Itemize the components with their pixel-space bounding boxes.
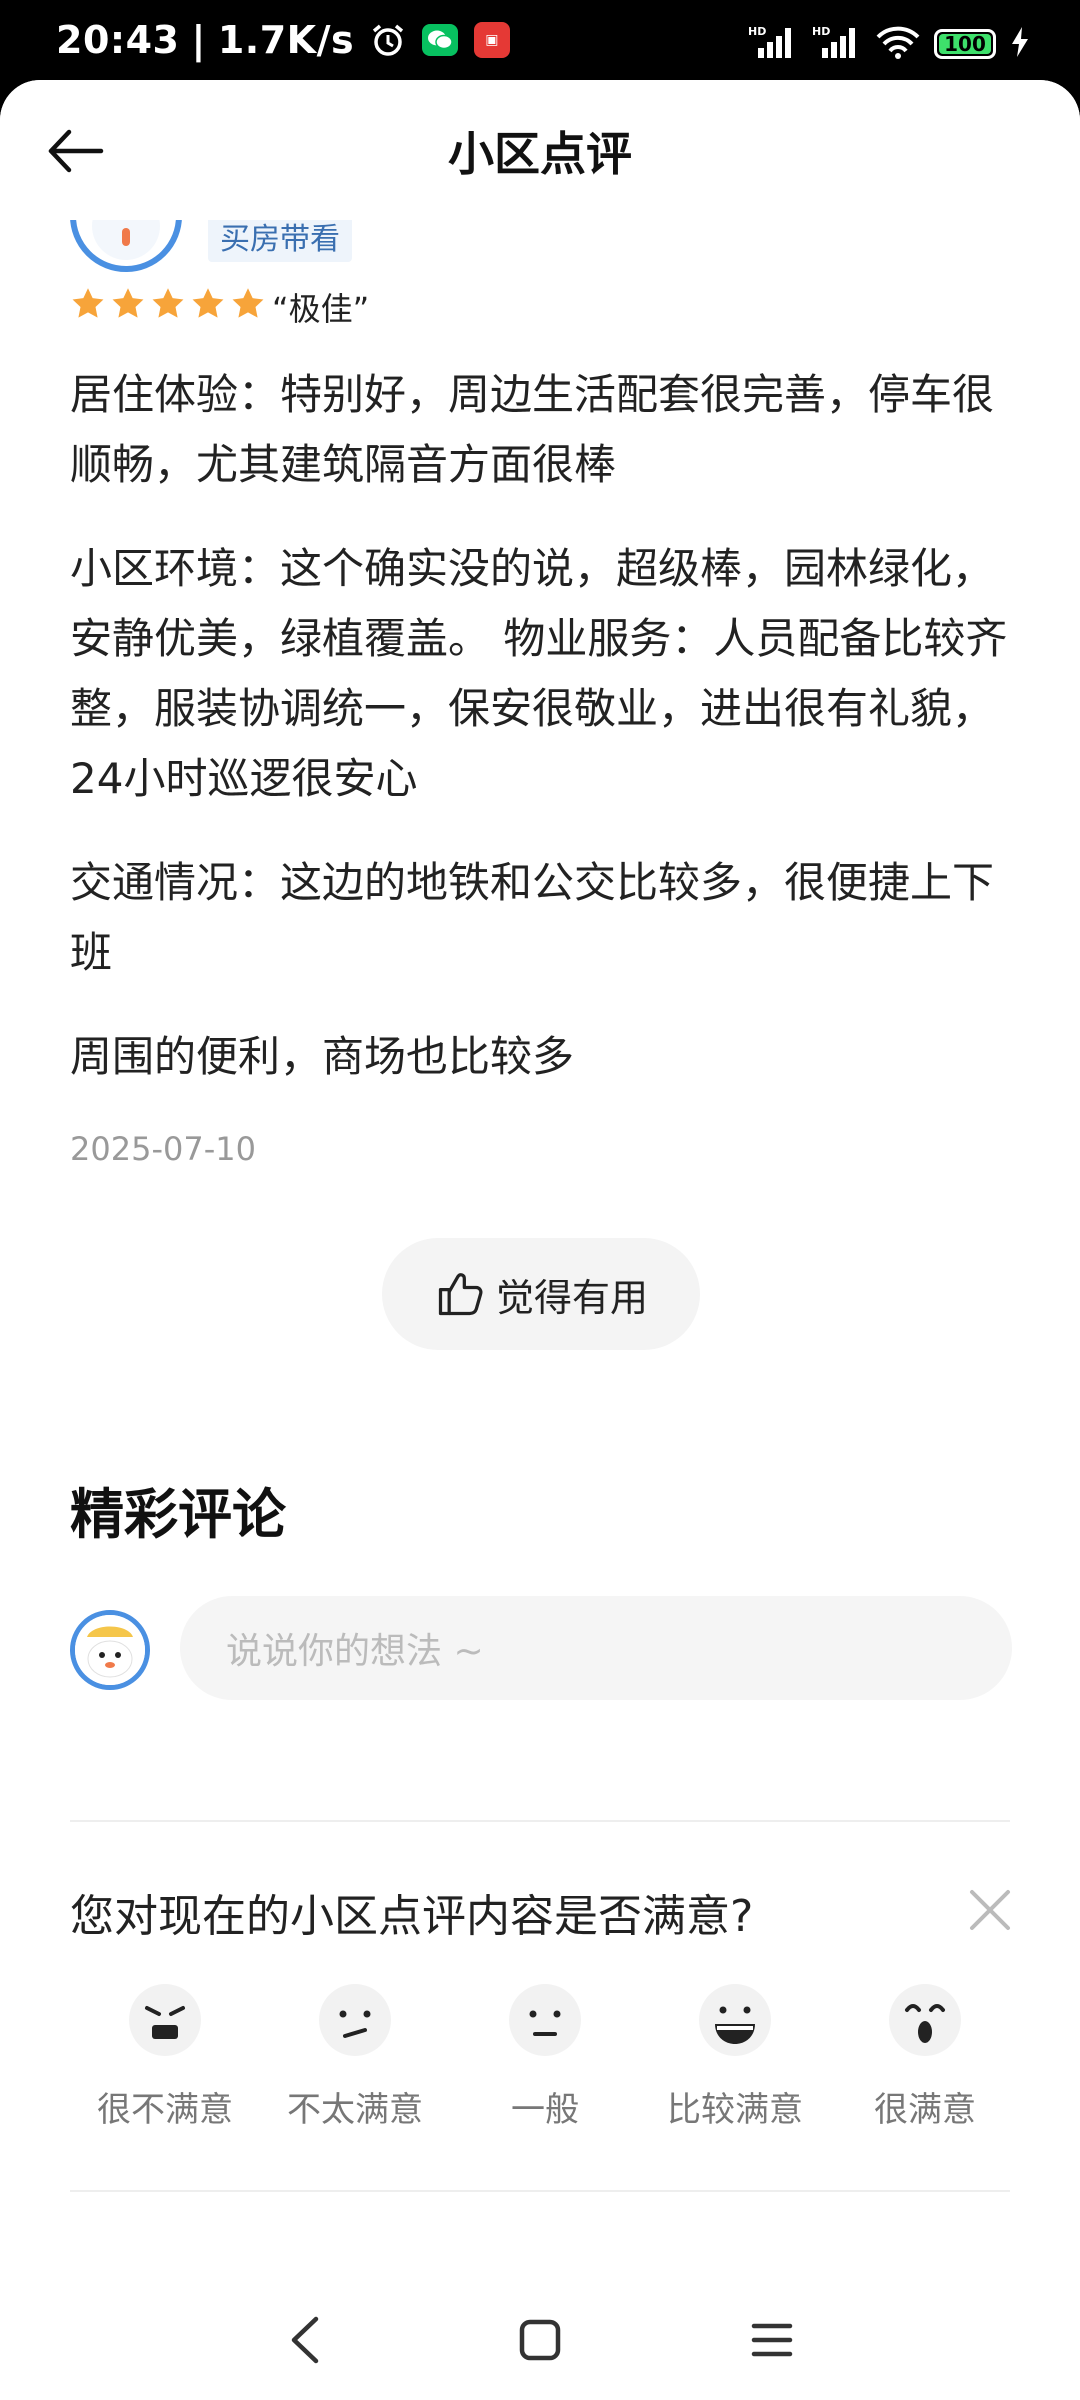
useful-label: 觉得有用 [495, 1275, 648, 1320]
battery-level: 100 [944, 32, 986, 56]
system-nav-bar [0, 2280, 1080, 2400]
signal-1-icon: HD [748, 24, 798, 64]
system-menu-button[interactable] [742, 2310, 802, 2370]
signal-2-label: HD [812, 25, 830, 38]
divider [70, 1820, 1010, 1822]
divider [70, 2190, 1010, 2192]
review-paragraph: 小区环境：这个确实没的说，超级棒，园林绿化，安静优美，绿植覆盖。 物业服务：人员… [70, 544, 1008, 803]
charging-icon [1010, 27, 1030, 61]
square-icon [519, 2319, 561, 2361]
option-very-satisfied[interactable]: 很满意 [830, 1980, 1020, 2131]
signal-2-icon: HD [812, 24, 862, 64]
useful-button[interactable]: 觉得有用 [382, 1238, 700, 1350]
rating-text: “极佳” [272, 290, 370, 328]
menu-icon [751, 2323, 793, 2357]
status-bar: 20:43 | 1.7K/s ▣ HD HD 100 [0, 0, 1080, 80]
system-home-button[interactable] [510, 2310, 570, 2370]
chevron-left-icon [291, 2316, 319, 2364]
star-icon [232, 288, 264, 318]
comment-input[interactable]: 说说你的想法 ~ [180, 1596, 1012, 1700]
status-left: 20:43 | 1.7K/s ▣ [56, 18, 511, 62]
page-title: 小区点评 [448, 127, 632, 181]
user-avatar [70, 1610, 150, 1690]
survey-question: 您对现在的小区点评内容是否满意? [70, 1891, 754, 1942]
option-very-dissatisfied[interactable]: 很不满意 [70, 1980, 260, 2131]
battery-icon: 100 [934, 29, 996, 59]
happy-face-icon [699, 1984, 771, 2056]
thumbs-up-icon [438, 1273, 483, 1316]
star-icon [152, 288, 184, 318]
wifi-icon [876, 25, 920, 63]
system-back-button[interactable] [276, 2310, 336, 2370]
review-paragraph: 居住体验：特别好，周边生活配套很完善，停车很顺畅，尤其建筑隔音方面很棒 [70, 370, 995, 489]
option-label: 一般 [511, 2090, 579, 2130]
neutral-face-icon [509, 1984, 581, 2056]
status-right: HD HD 100 [748, 24, 1030, 64]
star-icon [192, 288, 224, 318]
satisfaction-options: 很不满意 不太满意 一般 比较满意 很满意 [70, 1980, 1020, 2131]
page-sheet: 买房带看 “极佳” 居住体验：特别好，周边生活配套很完善，停车很顺畅，尤其建筑隔… [0, 80, 1080, 2400]
option-label: 不太满意 [287, 2090, 423, 2130]
close-icon[interactable] [960, 1880, 1020, 1940]
rating-stars [70, 286, 266, 322]
app-notification-icon: ▣ [474, 22, 511, 58]
star-icon [112, 288, 144, 318]
nav-bar: 小区点评 [0, 80, 1080, 220]
option-dissatisfied[interactable]: 不太满意 [260, 1980, 450, 2131]
review-date: 2025-07-10 [70, 1130, 256, 1168]
status-net-speed: 1.7K/s [217, 18, 355, 62]
comments-section-title: 精彩评论 [70, 1483, 286, 1546]
alarm-icon [370, 22, 406, 58]
status-time: 20:43 [56, 18, 180, 62]
angry-face-icon [129, 1984, 201, 2056]
status-separator: | [191, 18, 206, 62]
sad-face-icon [319, 1984, 391, 2056]
signal-1-label: HD [748, 25, 766, 38]
surprised-face-icon [889, 1984, 961, 2056]
option-label: 比较满意 [667, 2090, 803, 2130]
option-neutral[interactable]: 一般 [450, 1980, 640, 2131]
star-icon [72, 288, 104, 318]
wechat-icon [422, 24, 459, 56]
review-paragraph: 交通情况：这边的地铁和公交比较多，很便捷上下班 [70, 858, 995, 977]
option-satisfied[interactable]: 比较满意 [640, 1980, 830, 2131]
review-paragraph: 周围的便利，商场也比较多 [70, 1032, 575, 1081]
option-label: 很不满意 [97, 2090, 233, 2130]
option-label: 很满意 [874, 2090, 976, 2130]
